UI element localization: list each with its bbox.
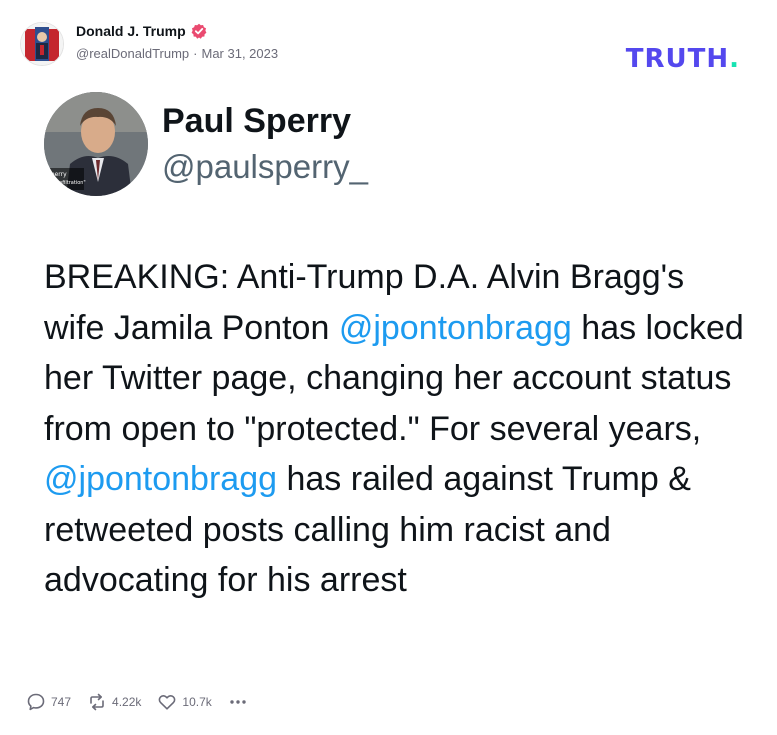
avatar-caption-line1: Sperry xyxy=(47,171,67,178)
meta-separator: · xyxy=(193,46,198,61)
truth-logo-dot: . xyxy=(729,44,740,74)
tweet-avatar-photo: Sperry or, "Infiltration" xyxy=(44,92,148,196)
like-button[interactable]: 10.7k xyxy=(157,692,212,712)
tweet-avatar: Sperry or, "Infiltration" xyxy=(44,92,148,196)
tweet-author-handle: @paulsperry_ xyxy=(162,148,368,185)
author-name-row: Donald J. Trump xyxy=(76,23,207,39)
avatar-image xyxy=(21,23,63,65)
more-options-button[interactable] xyxy=(228,692,248,712)
post-header: Donald J. Trump @realDonaldTrump · Mar 3… xyxy=(20,18,760,74)
reply-count: 747 xyxy=(51,695,72,709)
mention-link: @jpontonbragg xyxy=(44,460,278,498)
avatar-caption-line2: or, "Infiltration" xyxy=(47,180,86,186)
truth-logo-text: TRUTH xyxy=(625,44,730,74)
verified-badge-icon xyxy=(191,23,207,39)
like-icon xyxy=(158,694,176,710)
mention-link: @jpontonbragg xyxy=(338,308,572,347)
post-date[interactable]: Mar 31, 2023 xyxy=(202,46,279,61)
author-meta: @realDonaldTrump · Mar 31, 2023 xyxy=(76,46,278,61)
action-bar: 747 4.22k 10.7k xyxy=(26,692,248,712)
quoted-tweet-image[interactable]: Sperry or, "Infiltration" Paul Sperry @p… xyxy=(30,84,750,674)
truth-logo[interactable]: TRUTH. xyxy=(626,44,740,74)
retruth-button[interactable]: 4.22k xyxy=(87,692,141,712)
author-handle[interactable]: @realDonaldTrump xyxy=(76,46,189,61)
retruth-count: 4.22k xyxy=(112,695,142,709)
author-name[interactable]: Donald J. Trump xyxy=(76,23,186,39)
retruth-icon xyxy=(90,693,104,711)
tweet-text: BREAKING: Anti-Trump D.A. Alvin Bragg's … xyxy=(44,252,744,606)
author-avatar[interactable] xyxy=(20,22,64,66)
reply-icon xyxy=(27,693,45,711)
more-icon xyxy=(230,700,246,704)
like-count: 10.7k xyxy=(182,695,212,709)
reply-button[interactable]: 747 xyxy=(26,692,71,712)
tweet-author-name: Paul Sperry xyxy=(162,102,351,140)
